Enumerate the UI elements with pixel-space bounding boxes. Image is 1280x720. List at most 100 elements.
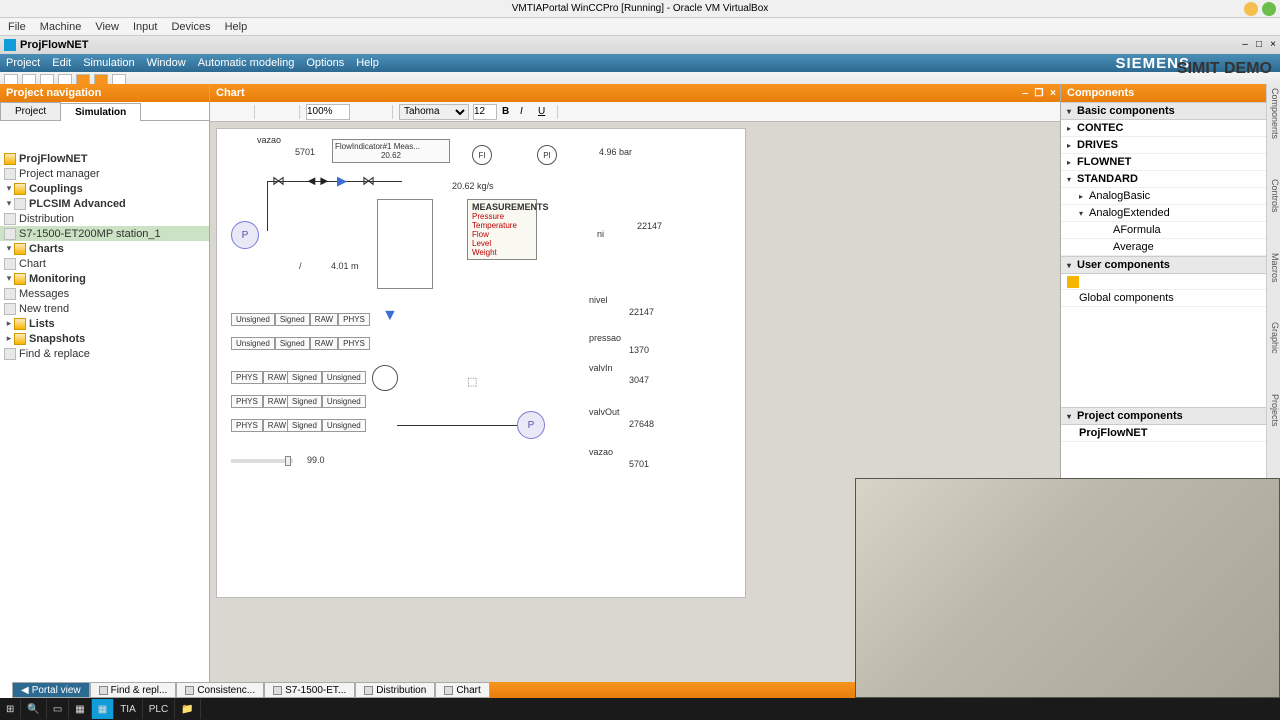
valve-icon[interactable]: ⋈ (362, 173, 375, 189)
vb-close-icon[interactable] (1262, 2, 1276, 16)
tool-paste-icon[interactable] (261, 105, 275, 119)
valve-icon[interactable]: ◄► (305, 173, 331, 188)
comp-average[interactable]: Average (1061, 239, 1266, 256)
signal-group-4[interactable]: PHYSRAW (231, 395, 291, 408)
pump-icon[interactable]: ▶ (337, 173, 347, 189)
tool-copy-icon[interactable] (234, 105, 248, 119)
lib-contec[interactable]: ▸CONTEC (1061, 120, 1266, 137)
status-tab-find[interactable]: Find & repl... (90, 682, 177, 698)
menu-options[interactable]: Options (306, 57, 344, 69)
pi-indicator[interactable]: PI (537, 145, 557, 165)
vb-menu-machine[interactable]: Machine (40, 21, 82, 33)
tree-charts[interactable]: ▾Charts (0, 241, 209, 256)
menu-automatic-modeling[interactable]: Automatic modeling (198, 57, 295, 69)
taskbar-app-plc[interactable]: PLC (143, 699, 175, 719)
tree-messages[interactable]: Messages (0, 286, 209, 301)
expand-icon[interactable]: ▸ (4, 318, 14, 329)
tool-grid-icon[interactable] (279, 105, 293, 119)
fi-indicator[interactable]: FI (472, 145, 492, 165)
portal-view-button[interactable]: ◀Portal view (12, 682, 90, 698)
valve-down-icon[interactable]: ▼ (382, 307, 398, 325)
font-select[interactable]: Tahoma (399, 104, 469, 120)
status-tab-chart[interactable]: Chart (435, 682, 489, 698)
flowsheet-canvas[interactable]: vazao 5701 FlowIndicator#1 Meas... 20.62… (216, 128, 746, 598)
collapse-icon[interactable]: ▾ (4, 183, 14, 194)
vb-menu-file[interactable]: File (8, 21, 26, 33)
menu-project[interactable]: Project (6, 57, 40, 69)
comp-aformula[interactable]: AFormula (1061, 222, 1266, 239)
italic-icon[interactable]: I (519, 105, 533, 119)
menu-help[interactable]: Help (356, 57, 379, 69)
proj-comp-item[interactable]: ProjFlowNET (1061, 425, 1266, 442)
chart-close-icon[interactable]: × (1046, 88, 1060, 99)
signal-group-5b[interactable]: SignedUnsigned (287, 419, 366, 432)
new-icon[interactable] (1067, 276, 1079, 288)
tree-find-replace[interactable]: Find & replace (0, 346, 209, 361)
align-icon[interactable] (582, 105, 596, 119)
chart-minimize-icon[interactable]: ‒ (1018, 88, 1032, 99)
taskbar-app-tia[interactable]: TIA (114, 699, 143, 719)
taskview-button[interactable]: ▭ (47, 699, 69, 719)
app-maximize-icon[interactable]: □ (1252, 36, 1266, 54)
tree-chart[interactable]: Chart (0, 256, 209, 271)
vb-menu-input[interactable]: Input (133, 21, 157, 33)
vb-minimize-icon[interactable] (1244, 2, 1258, 16)
project-components-section[interactable]: ▾Project components (1061, 407, 1266, 425)
taskbar-app-1[interactable]: ▦ (69, 699, 91, 719)
color-icon[interactable] (564, 105, 578, 119)
app-close-icon[interactable]: × (1266, 36, 1280, 54)
tool-cut-icon[interactable] (216, 105, 230, 119)
tree-distribution[interactable]: Distribution (0, 211, 209, 226)
menu-simulation[interactable]: Simulation (83, 57, 134, 69)
zoom-out-icon[interactable] (372, 105, 386, 119)
tree-snapshots[interactable]: ▸Snapshots (0, 331, 209, 346)
measurements-block[interactable]: MEASUREMENTS Pressure Temperature Flow L… (467, 199, 537, 260)
taskbar-app-simit[interactable]: ▦ (92, 699, 114, 719)
slider[interactable] (231, 459, 293, 463)
app-minimize-icon[interactable]: ‒ (1238, 36, 1252, 54)
tab-simulation[interactable]: Simulation (60, 103, 141, 121)
signal-group-1[interactable]: UnsignedSignedRAWPHYS (231, 313, 370, 326)
start-button[interactable]: ⊞ (0, 699, 21, 719)
shape-icon[interactable] (600, 105, 614, 119)
tree-lists[interactable]: ▸Lists (0, 316, 209, 331)
basic-components-section[interactable]: ▾Basic components (1061, 102, 1266, 120)
vtab-controls[interactable]: Controls (1267, 179, 1280, 213)
tree-station[interactable]: S7-1500-ET200MP station_1 (0, 226, 209, 241)
tree-root[interactable]: ProjFlowNET (0, 151, 209, 166)
status-tab-station[interactable]: S7-1500-ET... (264, 682, 355, 698)
tree-project-manager[interactable]: Project manager (0, 166, 209, 181)
zoom-input[interactable] (306, 104, 350, 120)
vb-menu-devices[interactable]: Devices (171, 21, 210, 33)
signal-group-5[interactable]: PHYSRAW (231, 419, 291, 432)
signal-group-3b[interactable]: SignedUnsigned (287, 371, 366, 384)
tab-project[interactable]: Project (0, 102, 61, 120)
lib-standard[interactable]: ▾STANDARD (1061, 171, 1266, 188)
global-components[interactable]: Global components (1061, 290, 1266, 307)
pressure-source-in[interactable]: P (231, 221, 259, 249)
tree-plcsim[interactable]: ▾PLCSIM Advanced (0, 196, 209, 211)
tree-new-trend[interactable]: New trend (0, 301, 209, 316)
collapse-icon[interactable]: ▾ (4, 198, 14, 209)
pressure-source-out[interactable]: P (517, 411, 545, 439)
status-tab-distribution[interactable]: Distribution (355, 682, 435, 698)
slider-knob[interactable] (285, 456, 291, 466)
signal-group-2[interactable]: UnsignedSignedRAWPHYS (231, 337, 370, 350)
bold-icon[interactable]: B (501, 105, 515, 119)
tank-block[interactable] (377, 199, 433, 289)
status-tab-consistency[interactable]: Consistenc... (176, 682, 264, 698)
signal-group-4b[interactable]: SignedUnsigned (287, 395, 366, 408)
lib-drives[interactable]: ▸DRIVES (1061, 137, 1266, 154)
tree-monitoring[interactable]: ▾Monitoring (0, 271, 209, 286)
lib-flownet[interactable]: ▸FLOWNET (1061, 154, 1266, 171)
font-size-input[interactable] (473, 104, 497, 120)
valve-icon[interactable]: ⋈ (272, 173, 285, 189)
vtab-components[interactable]: Components (1267, 88, 1280, 139)
vb-menu-view[interactable]: View (95, 21, 119, 33)
lib-analogbasic[interactable]: ▸AnalogBasic (1061, 188, 1266, 205)
vtab-graphic[interactable]: Graphic (1267, 322, 1280, 354)
vb-menu-help[interactable]: Help (225, 21, 248, 33)
tree-couplings[interactable]: ▾Couplings (0, 181, 209, 196)
collapse-icon[interactable]: ▾ (4, 273, 14, 284)
pump-icon[interactable] (372, 365, 398, 391)
